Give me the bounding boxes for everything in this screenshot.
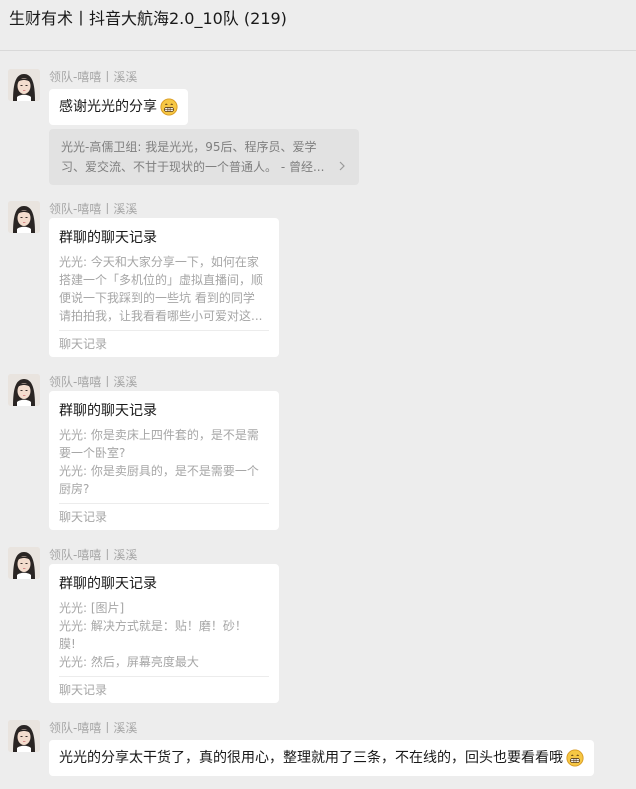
card-title: 群聊的聊天记录 xyxy=(59,230,157,246)
card-preview-line: 请拍拍我，让我看看哪些小可爱对这... xyxy=(59,309,263,323)
sender-name: 领队-嘻嘻丨溪溪 xyxy=(49,721,138,735)
chat-record-card[interactable]: 群聊的聊天记录 光光: [图片] 光光: 解决方式就是：贴！磨！砂！ 膜! 光光… xyxy=(49,564,279,703)
chevron-right-icon xyxy=(339,161,345,171)
message-text: 感谢光光的分享 xyxy=(59,99,157,115)
card-preview-line: 光光: 今天和大家分享一下，如何在家 xyxy=(59,255,259,269)
avatar[interactable] xyxy=(8,374,40,406)
quote-line-1: 光光-高儒卫组: 我是光光，95后、程序员、爱学 xyxy=(61,140,317,154)
grin-emoji-icon xyxy=(160,98,178,116)
card-footer: 聊天记录 xyxy=(59,510,108,524)
card-preview-line: 膜! xyxy=(59,637,76,651)
avatar[interactable] xyxy=(8,720,40,752)
sender-name: 领队-嘻嘻丨溪溪 xyxy=(49,548,138,562)
sender-name: 领队-嘻嘻丨溪溪 xyxy=(49,202,138,216)
card-title: 群聊的聊天记录 xyxy=(59,576,157,592)
card-footer: 聊天记录 xyxy=(59,337,108,351)
card-preview-line: 光光: 你是卖床上四件套的，是不是需 xyxy=(59,428,259,442)
message-4: 领队-嘻嘻丨溪溪 群聊的聊天记录 光光: [图片] 光光: 解决方式就是：贴！磨… xyxy=(0,547,636,707)
message-5: 领队-嘻嘻丨溪溪 光光的分享太干货了，真的很用心，整理就用了三条，不在线的，回头… xyxy=(0,720,636,780)
card-preview-line: 便说一下我踩到的一些坑 看到的同学 xyxy=(59,291,255,305)
sender-name: 领队-嘻嘻丨溪溪 xyxy=(49,70,138,84)
avatar-image xyxy=(8,720,40,752)
card-preview: 光光: [图片] 光光: 解决方式就是：贴！磨！砂！ 膜! 光光: 然后，屏幕亮… xyxy=(59,599,271,671)
message-2: 领队-嘻嘻丨溪溪 群聊的聊天记录 光光: 今天和大家分享一下，如何在家 搭建一个… xyxy=(0,201,636,361)
card-preview-line: 光光: 解决方式就是：贴！磨！砂！ xyxy=(59,619,247,633)
card-preview: 光光: 今天和大家分享一下，如何在家 搭建一个「多机位的」虚拟直播间，顺 便说一… xyxy=(59,253,271,325)
avatar[interactable] xyxy=(8,69,40,101)
avatar[interactable] xyxy=(8,201,40,233)
message-bubble[interactable]: 感谢光光的分享 xyxy=(49,89,188,125)
message-1: 领队-嘻嘻丨溪溪 感谢光光的分享 光光-高儒卫组: 我是光光，95后、程序员、爱… xyxy=(0,69,636,189)
chat-title[interactable]: 生财有术丨抖音大航海2.0_10队 (219) xyxy=(9,9,287,29)
avatar-image xyxy=(8,374,40,406)
chat-record-card[interactable]: 群聊的聊天记录 光光: 你是卖床上四件套的，是不是需 要一个卧室? 光光: 你是… xyxy=(49,391,279,530)
card-preview-line: 光光: 你是卖厨具的，是不是需要一个 xyxy=(59,464,259,478)
avatar[interactable] xyxy=(8,547,40,579)
avatar-image xyxy=(8,201,40,233)
card-preview-line: 厨房? xyxy=(59,482,90,496)
card-preview: 光光: 你是卖床上四件套的，是不是需 要一个卧室? 光光: 你是卖厨具的，是不是… xyxy=(59,426,271,498)
card-divider xyxy=(59,330,269,331)
card-footer: 聊天记录 xyxy=(59,683,108,697)
sender-name: 领队-嘻嘻丨溪溪 xyxy=(49,375,138,389)
message-3: 领队-嘻嘻丨溪溪 群聊的聊天记录 光光: 你是卖床上四件套的，是不是需 要一个卧… xyxy=(0,374,636,534)
card-divider xyxy=(59,676,269,677)
grin-emoji-icon xyxy=(566,749,584,767)
avatar-image xyxy=(8,547,40,579)
card-title: 群聊的聊天记录 xyxy=(59,403,157,419)
card-preview-line: 搭建一个「多机位的」虚拟直播间，顺 xyxy=(59,273,264,287)
quoted-message[interactable]: 光光-高儒卫组: 我是光光，95后、程序员、爱学 习、爱交流、不甘于现状的一个普… xyxy=(49,129,359,185)
card-preview-line: 光光: [图片] xyxy=(59,601,125,615)
card-divider xyxy=(59,503,269,504)
message-bubble[interactable]: 光光的分享太干货了，真的很用心，整理就用了三条，不在线的，回头也要看看哦 xyxy=(49,740,594,776)
chat-record-card[interactable]: 群聊的聊天记录 光光: 今天和大家分享一下，如何在家 搭建一个「多机位的」虚拟直… xyxy=(49,218,279,357)
chat-header: 生财有术丨抖音大航海2.0_10队 (219) xyxy=(0,0,636,51)
card-preview-line: 要一个卧室? xyxy=(59,446,126,460)
card-preview-line: 光光: 然后，屏幕亮度最大 xyxy=(59,655,199,669)
quote-line-2: 习、爱交流、不甘于现状的一个普通人。 - 曾经... xyxy=(61,160,325,174)
avatar-image xyxy=(8,69,40,101)
message-text: 光光的分享太干货了，真的很用心，整理就用了三条，不在线的，回头也要看看哦 xyxy=(59,750,563,766)
